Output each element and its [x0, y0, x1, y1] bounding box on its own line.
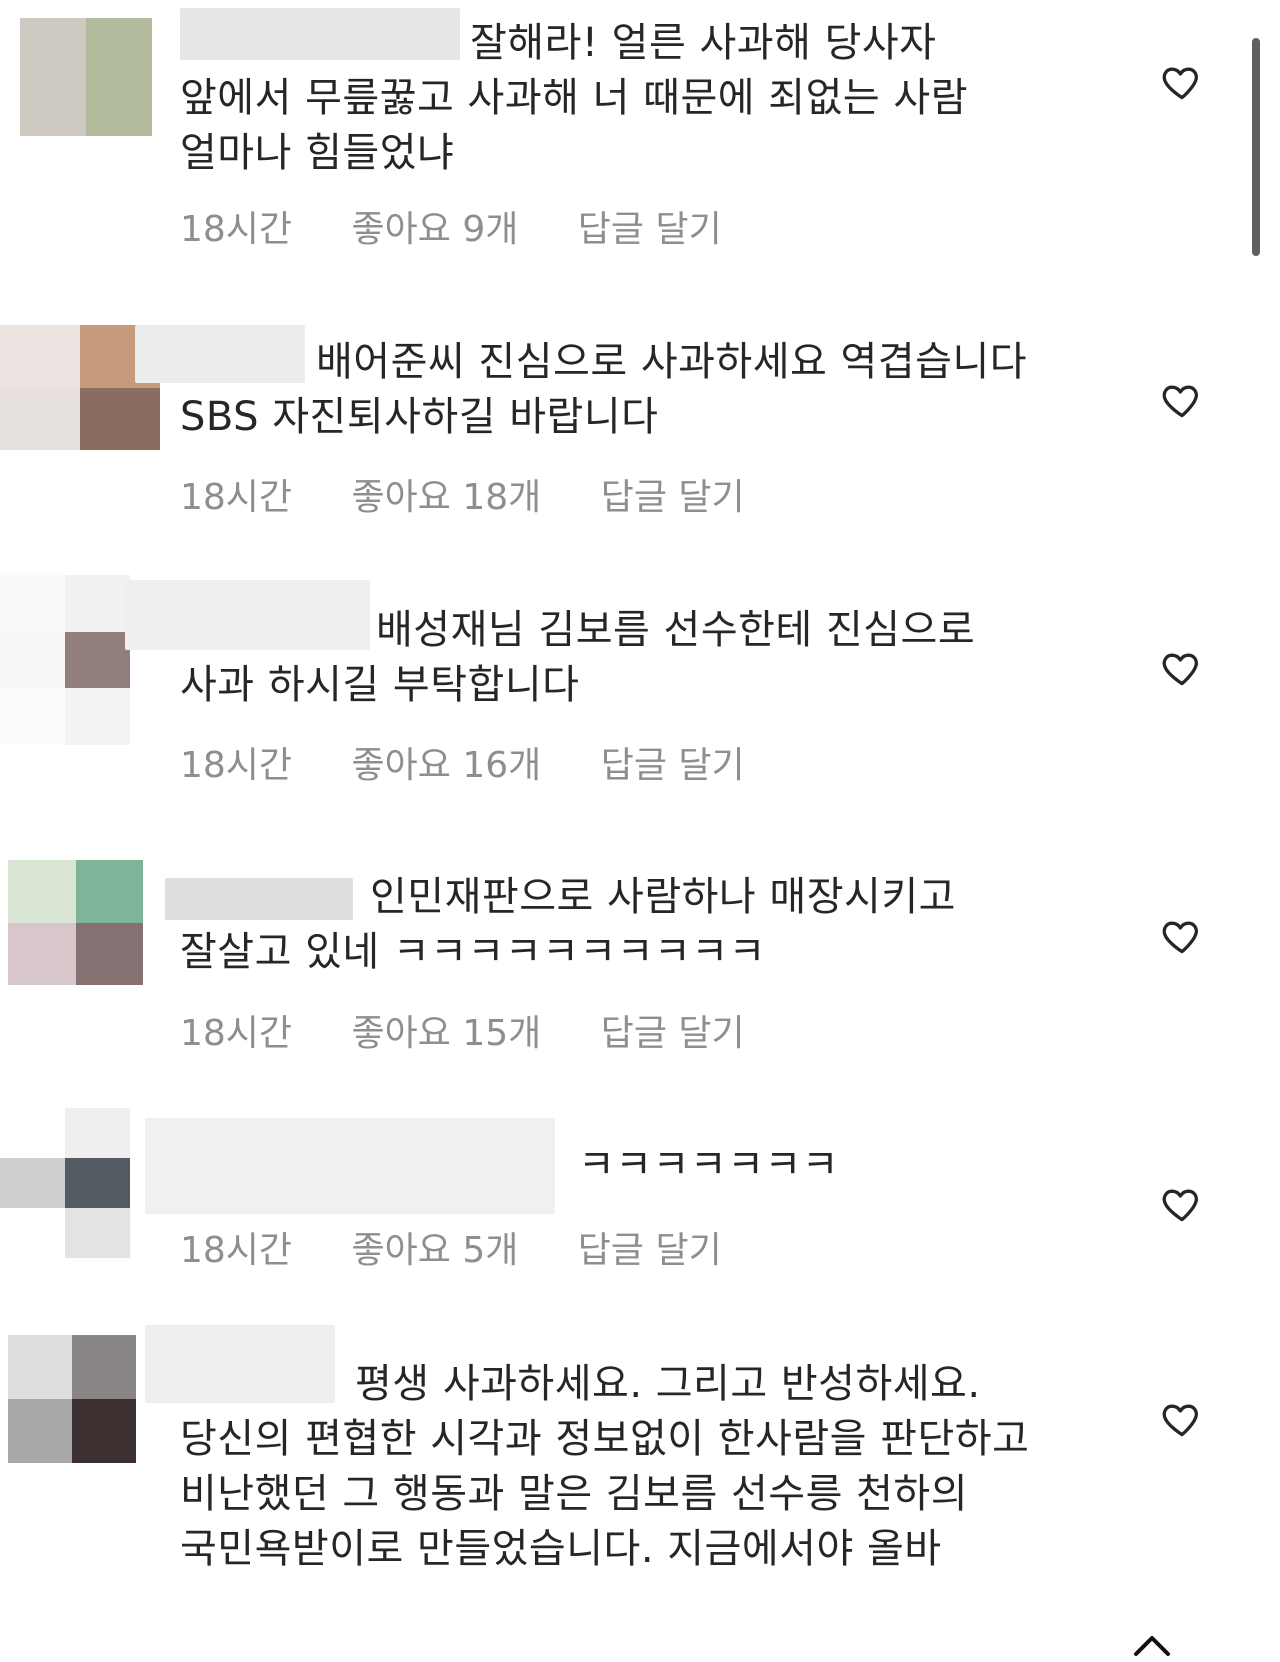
like-button[interactable]	[1160, 60, 1204, 104]
avatar[interactable]	[20, 18, 152, 136]
comment-time: 18시간	[180, 209, 293, 250]
reply-button[interactable]: 답글 달기	[578, 200, 722, 252]
likes-count[interactable]: 좋아요 16개	[352, 736, 542, 788]
comment-text: 인민재판으로 사람하나 매장시키고 잘살고 있네 ㅋㅋㅋㅋㅋㅋㅋㅋㅋㅋ	[180, 874, 956, 975]
comment-meta: 18시간 좋아요 5개 답글 달기	[180, 1221, 770, 1273]
likes-count[interactable]: 좋아요 15개	[352, 1004, 542, 1056]
comment-time: 18시간	[180, 745, 293, 786]
reply-button[interactable]: 답글 달기	[601, 736, 745, 788]
likes-count[interactable]: 좋아요 18개	[352, 468, 542, 520]
reply-button[interactable]: 답글 달기	[601, 1004, 745, 1056]
comment-time: 18시간	[180, 477, 293, 518]
comment-text: 배어준씨 진심으로 사과하세요 역겹습니다 SBS 자진퇴사하길 바랍니다	[180, 339, 1028, 440]
like-button[interactable]	[1160, 1397, 1204, 1441]
comment-text: 잘해라! 얼른 사과해 당사자 앞에서 무릎꿇고 사과해 너 때문에 죄없는 사…	[180, 20, 968, 176]
comment-meta: 18시간 좋아요 15개 답글 달기	[180, 1004, 793, 1056]
heart-outline-icon	[1162, 67, 1198, 100]
comment-time: 18시간	[180, 1013, 293, 1054]
heart-outline-icon	[1162, 1189, 1198, 1222]
likes-count[interactable]: 좋아요 9개	[352, 200, 519, 252]
like-button[interactable]	[1160, 914, 1204, 958]
like-button[interactable]	[1160, 646, 1204, 690]
comment-meta: 18시간 좋아요 16개 답글 달기	[180, 736, 793, 788]
like-button[interactable]	[1160, 378, 1204, 422]
avatar[interactable]	[0, 1108, 130, 1258]
likes-count[interactable]: 좋아요 5개	[352, 1221, 519, 1273]
reply-button[interactable]: 답글 달기	[601, 468, 745, 520]
comment-text: ㅋㅋㅋㅋㅋㅋㅋ	[578, 1142, 840, 1188]
heart-outline-icon	[1162, 921, 1198, 954]
avatar[interactable]	[0, 575, 130, 745]
avatar[interactable]	[8, 860, 143, 985]
comment-text: 배성재님 김보름 선수한테 진심으로 사과 하시길 부탁합니다	[180, 607, 976, 708]
scroll-up-button[interactable]	[1130, 1628, 1174, 1658]
scrollbar-thumb[interactable]	[1252, 38, 1260, 256]
comment-meta: 18시간 좋아요 9개 답글 달기	[180, 200, 770, 252]
avatar[interactable]	[8, 1335, 136, 1463]
reply-button[interactable]: 답글 달기	[578, 1221, 722, 1273]
chevron-up-icon	[1134, 1636, 1170, 1656]
heart-outline-icon	[1162, 653, 1198, 686]
comment-meta: 18시간 좋아요 18개 답글 달기	[180, 468, 793, 520]
comment-time: 18시간	[180, 1230, 293, 1271]
heart-outline-icon	[1162, 385, 1198, 418]
comment-text: 평생 사과하세요. 그리고 반성하세요. 당신의 편협한 시각과 정보없이 한사…	[180, 1361, 1030, 1572]
heart-outline-icon	[1162, 1404, 1198, 1437]
like-button[interactable]	[1160, 1182, 1204, 1226]
